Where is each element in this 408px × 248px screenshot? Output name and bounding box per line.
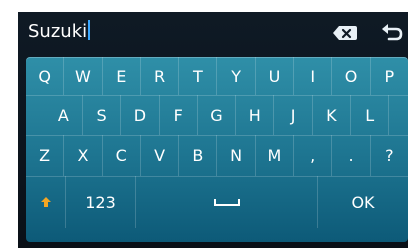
back-arrow-icon [382, 24, 403, 41]
key-t[interactable]: T [179, 57, 218, 95]
search-input[interactable]: Suzuki [28, 18, 91, 46]
key-p[interactable]: P [371, 57, 408, 95]
key-m[interactable]: M [256, 135, 295, 176]
key-j[interactable]: J [274, 95, 313, 135]
key-b[interactable]: B [179, 135, 218, 176]
row-pad-right [389, 95, 408, 135]
key-g[interactable]: G [198, 95, 237, 135]
on-screen-keyboard: Q W E R T Y U I O P A S D F G H J K L Z … [26, 57, 408, 242]
key-s[interactable]: S [83, 95, 122, 135]
key-x[interactable]: X [64, 135, 103, 176]
back-button[interactable] [377, 22, 405, 44]
key-r[interactable]: R [141, 57, 180, 95]
screen: Suzuki Q W E R T Y U I O P A S D F G H J… [18, 12, 408, 248]
space-bar-icon [213, 199, 240, 206]
key-i[interactable]: I [294, 57, 333, 95]
delete-button[interactable] [331, 22, 359, 44]
input-text: Suzuki [28, 21, 88, 42]
key-d[interactable]: D [121, 95, 160, 135]
key-c[interactable]: C [103, 135, 141, 176]
key-h[interactable]: H [236, 95, 275, 135]
key-y[interactable]: Y [217, 57, 256, 95]
key-f[interactable]: F [160, 95, 198, 135]
shift-arrow-icon [40, 197, 51, 207]
keyboard-row-2: A S D F G H J K L [26, 95, 408, 136]
keyboard-row-1: Q W E R T Y U I O P [26, 57, 408, 96]
key-z[interactable]: Z [26, 135, 65, 176]
key-a[interactable]: A [45, 95, 83, 135]
key-q[interactable]: Q [26, 57, 65, 95]
key-l[interactable]: L [351, 95, 390, 135]
keyboard-row-4: 123 OK [26, 176, 408, 228]
key-e[interactable]: E [103, 57, 141, 95]
key-comma[interactable]: , [294, 135, 333, 176]
keyboard-row-3: Z X C V B N M , . ? [26, 135, 408, 177]
key-question[interactable]: ? [371, 135, 408, 176]
row-pad-left [26, 95, 45, 135]
input-bar: Suzuki [18, 12, 408, 52]
key-k[interactable]: K [313, 95, 352, 135]
key-u[interactable]: U [256, 57, 295, 95]
ok-key[interactable]: OK [318, 176, 408, 228]
space-key[interactable] [136, 176, 318, 228]
key-v[interactable]: V [141, 135, 180, 176]
text-cursor [88, 20, 91, 40]
shift-key[interactable] [26, 176, 66, 228]
key-o[interactable]: O [332, 57, 371, 95]
numbers-mode-key[interactable]: 123 [66, 176, 136, 228]
key-w[interactable]: W [64, 57, 103, 95]
backspace-icon [333, 26, 357, 40]
key-period[interactable]: . [332, 135, 371, 176]
key-n[interactable]: N [217, 135, 256, 176]
